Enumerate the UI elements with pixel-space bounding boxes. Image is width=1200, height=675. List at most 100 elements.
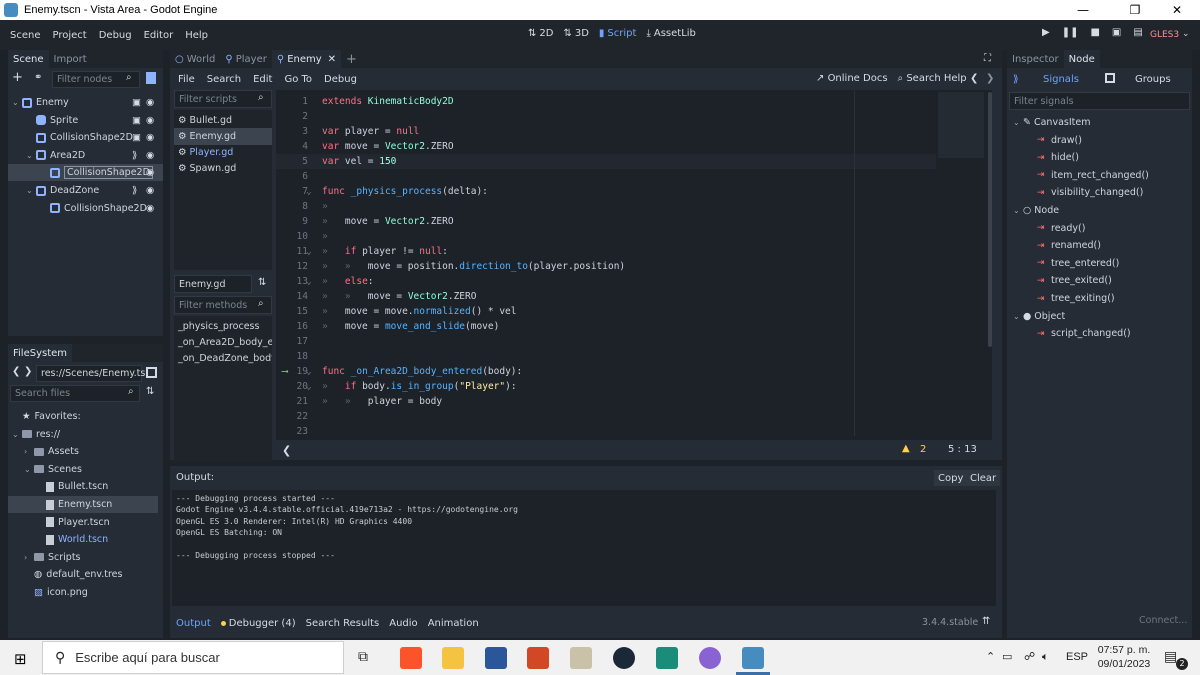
code-line[interactable]: 16 » move = move_and_slide(move) xyxy=(276,319,936,334)
expand-arrow-icon[interactable]: ⌄ xyxy=(12,98,22,107)
signal-connected-icon[interactable]: ⟫ xyxy=(132,150,137,161)
restore-button[interactable]: ❐ xyxy=(1112,0,1158,20)
menu-project[interactable]: Project xyxy=(47,30,93,41)
expand-arrow-icon[interactable]: › xyxy=(24,553,34,562)
visibility-eye-icon[interactable]: ◉ xyxy=(146,203,154,214)
code-line[interactable]: 2 xyxy=(276,109,936,124)
signal-item[interactable]: ⇥ tree_entered() xyxy=(1007,255,1192,272)
next-script-icon[interactable]: ❯ xyxy=(986,73,994,84)
node-config-icon[interactable]: ▣ xyxy=(132,132,141,143)
minimap[interactable] xyxy=(938,92,984,158)
workspace-3d-button[interactable]: ⇅ 3D xyxy=(563,28,588,39)
code-line[interactable]: 8» xyxy=(276,199,936,214)
language-indicator[interactable]: ESP xyxy=(1066,651,1088,663)
stop-icon[interactable]: ■ xyxy=(1090,27,1099,38)
filesystem-item[interactable]: Bullet.tscn xyxy=(8,478,158,495)
code-line[interactable]: 10 » xyxy=(276,229,936,244)
tab-filesystem[interactable]: FileSystem xyxy=(8,344,73,362)
expand-arrow-icon[interactable]: ⌄ xyxy=(1013,118,1023,127)
subtab-groups[interactable]: Groups xyxy=(1135,74,1171,85)
word-icon[interactable] xyxy=(485,647,507,669)
clear-button[interactable]: Clear xyxy=(966,470,1001,486)
paint-icon[interactable] xyxy=(570,647,592,669)
code-line[interactable]: 6 xyxy=(276,169,936,184)
script-menu-file[interactable]: File xyxy=(172,74,201,85)
prev-script-icon[interactable]: ❮ xyxy=(970,73,978,84)
sort-methods-icon[interactable]: ⇅ xyxy=(258,277,266,288)
code-line[interactable]: 9 » move = Vector2.ZERO xyxy=(276,214,936,229)
warning-icon[interactable]: ▲ xyxy=(902,443,910,454)
tab-import[interactable]: Import xyxy=(49,50,92,68)
script-menu-debug[interactable]: Debug xyxy=(318,74,363,85)
node-config-icon[interactable]: ▣ xyxy=(132,115,141,126)
scene-tree-node[interactable]: ⌄ Enemy ◉ ▣ xyxy=(8,94,163,111)
tab-scene[interactable]: Scene xyxy=(8,50,49,68)
code-line[interactable]: 12 » » move = position.direction_to(playe… xyxy=(276,259,936,274)
task-view-icon[interactable]: ⧉ xyxy=(358,649,368,665)
expand-arrow-icon[interactable]: ⌄ xyxy=(1013,312,1023,321)
workspace-2d-button[interactable]: ⇅ 2D xyxy=(528,28,553,39)
bottom-tab-debugger[interactable]: Debugger (4) xyxy=(220,618,296,629)
filesystem-item[interactable]: ⌄ Scenes xyxy=(8,461,158,478)
signal-item[interactable]: ⇥ tree_exited() xyxy=(1007,272,1192,289)
menu-editor[interactable]: Editor xyxy=(138,30,180,41)
network-icon[interactable]: ☍ xyxy=(1024,650,1035,663)
filesystem-item[interactable]: World.tscn xyxy=(8,531,158,548)
add-node-icon[interactable]: + xyxy=(12,70,23,85)
visibility-eye-icon[interactable]: ◉ xyxy=(146,97,154,108)
close-tab-icon[interactable]: ✕ xyxy=(328,54,336,65)
code-line[interactable]: 21 » » player = body xyxy=(276,394,936,409)
script-list-item[interactable]: ⚙ Player.gd xyxy=(174,144,272,161)
nav-forward-icon[interactable]: ❯ xyxy=(24,366,32,377)
taskbar-search-box[interactable]: ⚲ Escribe aquí para buscar xyxy=(42,641,344,674)
visibility-eye-icon[interactable]: ◉ xyxy=(146,150,154,161)
godot-taskbar-icon[interactable] xyxy=(742,647,764,669)
brave-browser-icon[interactable] xyxy=(400,647,422,669)
expand-arrow-icon[interactable]: ⌄ xyxy=(12,430,22,439)
script-list-item[interactable]: ⚙ Enemy.gd xyxy=(174,128,272,145)
toggle-scripts-panel-icon[interactable]: ❮ xyxy=(282,444,291,457)
expand-arrow-icon[interactable]: ⌄ xyxy=(26,186,36,195)
code-line[interactable]: 20 ⌄» if body.is_in_group("Player"): xyxy=(276,379,936,394)
bottom-tab-animation[interactable]: Animation xyxy=(428,618,479,629)
capcut-icon[interactable] xyxy=(656,647,678,669)
file-explorer-icon[interactable] xyxy=(442,647,464,669)
search-help-link[interactable]: ⌕ Search Help xyxy=(898,73,967,84)
filesystem-item[interactable]: › Assets xyxy=(8,443,158,460)
script-list-item[interactable]: ⚙ Spawn.gd xyxy=(174,160,272,177)
scene-tab-player[interactable]: ⚲ Player xyxy=(220,50,271,68)
play-scene-icon[interactable]: ▣ xyxy=(1112,27,1121,38)
search-files-input[interactable]: Search files xyxy=(10,385,140,402)
workspace-script-button[interactable]: ▮ Script xyxy=(599,28,637,39)
filesystem-item[interactable]: Enemy.tscn xyxy=(8,496,158,513)
visibility-eye-icon[interactable]: ◉ xyxy=(146,115,154,126)
script-attached-icon[interactable]: ▣ xyxy=(132,97,141,108)
visibility-eye-icon[interactable]: ◉ xyxy=(146,132,154,143)
close-window-button[interactable]: ✕ xyxy=(1154,0,1200,20)
code-scrollbar[interactable] xyxy=(988,92,992,347)
scene-tree-node[interactable]: CollisionShape2D ◉ ▣ xyxy=(8,129,163,146)
expand-arrow-icon[interactable]: › xyxy=(24,447,34,456)
expand-arrow-icon[interactable]: ⌄ xyxy=(1013,206,1023,215)
bottom-tab-search-results[interactable]: Search Results xyxy=(306,618,380,629)
code-line[interactable]: 13 ⌄» else: xyxy=(276,274,936,289)
signal-item[interactable]: ⇥ tree_exiting() xyxy=(1007,290,1192,307)
script-menu-search[interactable]: Search xyxy=(201,74,247,85)
nav-back-icon[interactable]: ❮ xyxy=(12,366,20,377)
signal-class-header[interactable]: ⌄ ✎ CanvasItem xyxy=(1007,114,1192,131)
signal-item[interactable]: ⇥ renamed() xyxy=(1007,237,1192,254)
attach-script-icon[interactable] xyxy=(146,72,156,84)
connect-button[interactable]: Connect... xyxy=(1139,615,1187,626)
script-list-item[interactable]: ⚙ Bullet.gd xyxy=(174,112,272,129)
code-line[interactable]: 15 » move = move.normalized() * vel xyxy=(276,304,936,319)
method-list-item[interactable]: _on_DeadZone_body_er xyxy=(174,350,272,367)
visibility-eye-icon[interactable]: ◉ xyxy=(146,167,154,178)
signal-item[interactable]: ⇥ visibility_changed() xyxy=(1007,184,1192,201)
minimize-button[interactable]: — xyxy=(1060,0,1106,20)
signal-item[interactable]: ⇥ script_changed() xyxy=(1007,325,1192,342)
add-scene-tab-icon[interactable]: + xyxy=(341,50,362,68)
menu-debug[interactable]: Debug xyxy=(93,30,138,41)
path-field[interactable]: res://Scenes/Enemy.ts xyxy=(36,365,145,382)
windows-start-icon[interactable]: ⊞ xyxy=(14,650,27,668)
copy-button[interactable]: Copy xyxy=(934,470,968,486)
